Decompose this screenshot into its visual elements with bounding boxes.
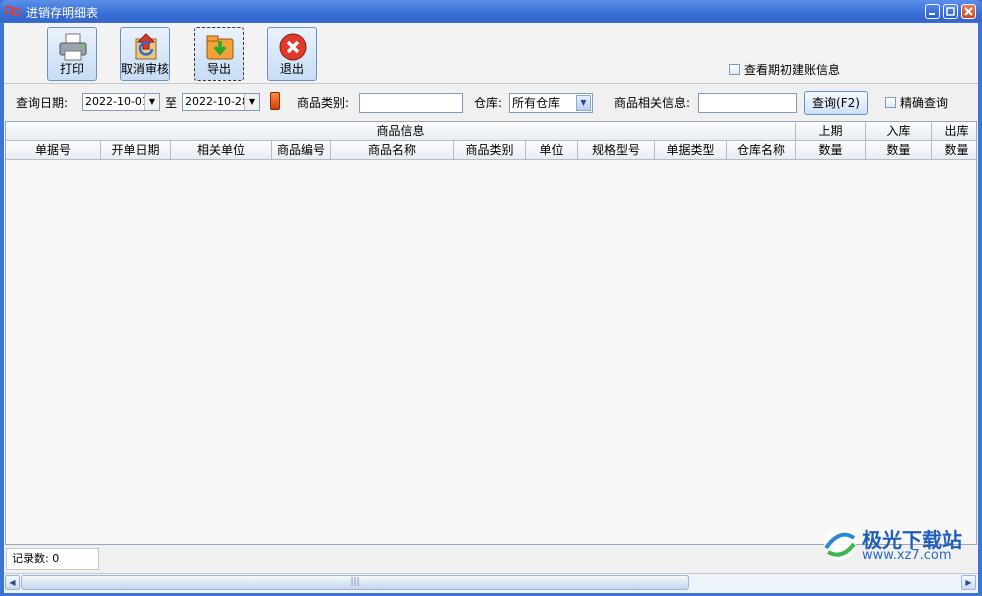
- title-bar: 进销存明细表: [0, 0, 982, 22]
- close-window-button[interactable]: [961, 4, 976, 19]
- date-label: 查询日期:: [16, 96, 69, 110]
- goods-info-label: 商品相关信息:: [614, 96, 691, 110]
- column-header[interactable]: 商品类别: [454, 141, 526, 160]
- watermark-logo-icon: [824, 528, 856, 560]
- export-label: 导出: [206, 62, 231, 76]
- toolbar: 打印 取消审核 导出 退出 查看期初建账信息: [4, 23, 978, 84]
- chevron-down-icon[interactable]: ▼: [144, 94, 159, 110]
- view-opening-checkbox[interactable]: [729, 64, 740, 75]
- group-header: 上期: [796, 122, 866, 141]
- column-header[interactable]: 单据号: [6, 141, 101, 160]
- date-to-picker[interactable]: 2022-10-28 ▼: [182, 93, 260, 111]
- warehouse-value: 所有仓库: [512, 96, 561, 110]
- record-count-box: 记录数: 0: [6, 548, 99, 570]
- column-header[interactable]: 商品名称: [331, 141, 454, 160]
- column-header[interactable]: 单据类型: [655, 141, 727, 160]
- chevron-down-icon[interactable]: ▼: [244, 94, 259, 110]
- column-header[interactable]: 相关单位: [171, 141, 272, 160]
- data-grid[interactable]: 商品信息 上期 入库 出库 单据号 开单日期 相关单位 商品编号 商品名称 商品…: [5, 121, 977, 545]
- exit-label: 退出: [279, 62, 304, 76]
- print-button[interactable]: 打印: [47, 27, 97, 81]
- to-label: 至: [165, 96, 178, 110]
- exact-query-checkbox[interactable]: [885, 97, 896, 108]
- watermark-line2: www.xz7.com: [862, 548, 952, 563]
- printer-icon: [59, 33, 87, 61]
- column-header[interactable]: 数量: [796, 141, 866, 160]
- chevron-down-icon[interactable]: ▼: [576, 95, 591, 111]
- window-title: 进销存明细表: [26, 6, 99, 20]
- exact-query-option[interactable]: 精确查询: [885, 94, 948, 111]
- minimize-button[interactable]: [925, 4, 940, 19]
- record-count-value: 0: [52, 552, 60, 565]
- minimize-icon: [929, 13, 935, 15]
- view-opening-option[interactable]: 查看期初建账信息: [729, 61, 840, 78]
- scroll-left-button[interactable]: ◀: [5, 575, 20, 590]
- column-header[interactable]: 数量: [932, 141, 976, 160]
- cancel-audit-button[interactable]: 取消审核: [120, 27, 170, 81]
- maximize-icon: [946, 7, 955, 16]
- column-header[interactable]: 开单日期: [101, 141, 171, 160]
- record-count-label: 记录数:: [12, 552, 49, 565]
- category-label: 商品类别:: [297, 96, 350, 110]
- main-window: 进销存明细表 打印 取消审核 导出 退出 查看期初建账信息 查询日期: 2022…: [0, 0, 982, 596]
- column-header[interactable]: 单位: [526, 141, 578, 160]
- exact-query-label: 精确查询: [900, 96, 949, 110]
- exit-button[interactable]: 退出: [267, 27, 317, 81]
- date-from-picker[interactable]: 2022-10-01 ▼: [82, 93, 160, 111]
- cancel-audit-icon: [135, 33, 157, 60]
- export-button[interactable]: 导出: [194, 27, 244, 81]
- group-header: 商品信息: [6, 122, 796, 141]
- query-button[interactable]: 查询(F2): [804, 91, 868, 115]
- category-input[interactable]: [359, 93, 463, 113]
- maximize-button[interactable]: [943, 4, 958, 19]
- exit-icon: [279, 33, 307, 61]
- group-header: 出库: [932, 122, 976, 141]
- scroll-right-button[interactable]: ▶: [961, 575, 976, 590]
- column-header[interactable]: 规格型号: [578, 141, 655, 160]
- scroll-thumb[interactable]: |||: [21, 575, 689, 590]
- column-header[interactable]: 数量: [866, 141, 932, 160]
- goods-info-input[interactable]: [698, 93, 797, 113]
- cancel-audit-label: 取消审核: [121, 62, 170, 76]
- client-area: 打印 取消审核 导出 退出 查看期初建账信息 查询日期: 2022-10-01 …: [4, 23, 978, 593]
- warehouse-select[interactable]: 所有仓库 ▼: [509, 93, 593, 113]
- date-from-value: 2022-10-01: [85, 95, 149, 108]
- app-icon: [5, 6, 20, 16]
- date-shortcut-button[interactable]: [270, 92, 280, 110]
- export-icon: [206, 35, 234, 60]
- horizontal-scrollbar[interactable]: ◀ ||| ▶: [4, 573, 978, 592]
- warehouse-label: 仓库:: [474, 96, 503, 110]
- date-to-value: 2022-10-28: [185, 95, 249, 108]
- group-header: 入库: [866, 122, 932, 141]
- view-opening-label: 查看期初建账信息: [744, 63, 841, 77]
- watermark: 极光下载站 www.xz7.com: [818, 520, 978, 568]
- filter-bar: 查询日期: 2022-10-01 ▼ 至 2022-10-28 ▼ 商品类别: …: [4, 84, 978, 120]
- close-icon: [964, 7, 973, 16]
- column-header[interactable]: 商品编号: [272, 141, 331, 160]
- print-label: 打印: [59, 62, 84, 76]
- column-header[interactable]: 仓库名称: [727, 141, 796, 160]
